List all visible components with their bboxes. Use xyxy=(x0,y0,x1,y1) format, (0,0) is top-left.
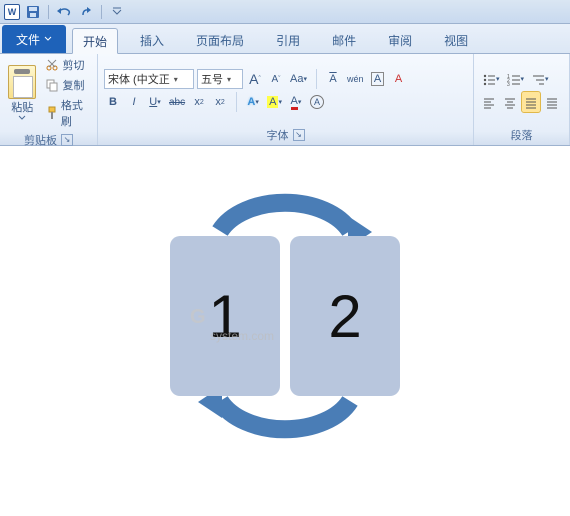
redo-button[interactable] xyxy=(77,3,95,21)
clear-formatting-button[interactable]: A xyxy=(390,69,408,89)
group-font: 宋体 (中文正 ▾ 五号 ▾ Aˆ Aˇ Aa▾ A wén A A B I xyxy=(98,54,474,145)
align-center-button[interactable] xyxy=(501,92,519,112)
tab-page-layout[interactable]: 页面布局 xyxy=(186,27,254,53)
document-canvas[interactable]: G system.com 1 2 xyxy=(0,146,570,492)
tab-view[interactable]: 视图 xyxy=(434,27,478,53)
format-painter-label: 格式刷 xyxy=(61,97,90,129)
subscript-button[interactable]: x2 xyxy=(190,92,208,112)
scissors-icon xyxy=(45,58,59,72)
font-size-combo[interactable]: 五号 ▾ xyxy=(197,69,243,89)
enclose-char-button[interactable]: A xyxy=(308,92,326,112)
paste-button[interactable]: 粘贴 xyxy=(4,63,40,123)
copy-icon xyxy=(45,78,59,92)
font-group-label: 字体 xyxy=(267,127,289,143)
strikethrough-button[interactable]: abc xyxy=(167,92,187,112)
bullets-button[interactable]: ▾ xyxy=(480,69,502,89)
ribbon: 粘贴 剪切 复制 格式刷 剪贴板 ↘ xyxy=(0,54,570,146)
font-color-button[interactable]: A▾ xyxy=(287,92,305,112)
copy-label: 复制 xyxy=(62,77,84,93)
chevron-down-icon xyxy=(18,115,26,121)
bold-button[interactable]: B xyxy=(104,92,122,112)
font-name-combo[interactable]: 宋体 (中文正 ▾ xyxy=(104,69,194,89)
chevron-down-icon: ▾ xyxy=(227,75,231,84)
separator xyxy=(236,92,237,112)
copy-button[interactable]: 复制 xyxy=(42,76,93,94)
tab-home[interactable]: 开始 xyxy=(72,28,118,54)
diagram-shape-left[interactable]: G system.com 1 xyxy=(170,236,280,396)
curved-arrow-bottom-icon xyxy=(160,386,410,456)
align-left-button[interactable] xyxy=(480,92,498,112)
tab-insert[interactable]: 插入 xyxy=(130,27,174,53)
numbering-button[interactable]: 123▾ xyxy=(505,69,527,89)
align-distribute-button[interactable] xyxy=(543,92,561,112)
cut-label: 剪切 xyxy=(62,57,84,73)
smartart-cycle-diagram[interactable]: G system.com 1 2 xyxy=(160,176,410,456)
qat-separator xyxy=(101,5,102,19)
undo-button[interactable] xyxy=(55,3,73,21)
diagram-shape-right[interactable]: 2 xyxy=(290,236,400,396)
group-paragraph: ▾ 123▾ ▾ 段落 xyxy=(474,54,570,145)
tab-review[interactable]: 审阅 xyxy=(378,27,422,53)
paste-label: 粘贴 xyxy=(11,99,33,115)
text-effects-button[interactable]: A▾ xyxy=(244,92,262,112)
align-justify-button[interactable] xyxy=(522,92,540,112)
cut-button[interactable]: 剪切 xyxy=(42,56,93,74)
word-app-icon: W xyxy=(4,4,20,20)
svg-text:3: 3 xyxy=(507,82,510,86)
underline-button[interactable]: U▾ xyxy=(146,92,164,112)
tab-references[interactable]: 引用 xyxy=(266,27,310,53)
font-dialog-launcher[interactable]: ↘ xyxy=(293,129,305,141)
file-tab[interactable]: 文件 xyxy=(2,25,66,53)
group-clipboard: 粘贴 剪切 复制 格式刷 剪贴板 ↘ xyxy=(0,54,98,145)
italic-button[interactable]: I xyxy=(125,92,143,112)
diagram-text-right: 2 xyxy=(328,282,361,351)
paragraph-group-label: 段落 xyxy=(511,127,533,143)
change-case-button[interactable]: Aa▾ xyxy=(288,69,309,89)
separator xyxy=(316,69,317,89)
shrink-font-button[interactable]: Aˇ xyxy=(267,69,285,89)
ribbon-tabs: 文件 开始 插入 页面布局 引用 邮件 审阅 视图 xyxy=(0,24,570,54)
qat-separator xyxy=(48,5,49,19)
paintbrush-icon xyxy=(45,106,57,120)
chevron-down-icon xyxy=(44,35,52,43)
clipboard-dialog-launcher[interactable]: ↘ xyxy=(61,134,73,146)
grow-font-button[interactable]: Aˆ xyxy=(246,69,264,89)
highlight-button[interactable]: A▾ xyxy=(265,92,284,112)
phonetic-guide-button[interactable]: A xyxy=(324,69,342,89)
tab-mailings[interactable]: 邮件 xyxy=(322,27,366,53)
multilevel-list-button[interactable]: ▾ xyxy=(529,69,551,89)
font-name-value: 宋体 (中文正 xyxy=(108,71,170,87)
char-border-button[interactable]: wén xyxy=(345,69,366,89)
file-tab-label: 文件 xyxy=(16,31,40,48)
char-shading-button[interactable]: A xyxy=(369,69,387,89)
chevron-down-icon: ▾ xyxy=(174,75,178,84)
font-size-value: 五号 xyxy=(201,71,223,87)
watermark: G system.com xyxy=(190,306,274,343)
clipboard-icon xyxy=(8,65,36,99)
quick-access-toolbar: W xyxy=(0,0,570,24)
save-button[interactable] xyxy=(24,3,42,21)
format-painter-button[interactable]: 格式刷 xyxy=(42,96,93,130)
superscript-button[interactable]: x2 xyxy=(211,92,229,112)
qat-customize-button[interactable] xyxy=(108,3,126,21)
